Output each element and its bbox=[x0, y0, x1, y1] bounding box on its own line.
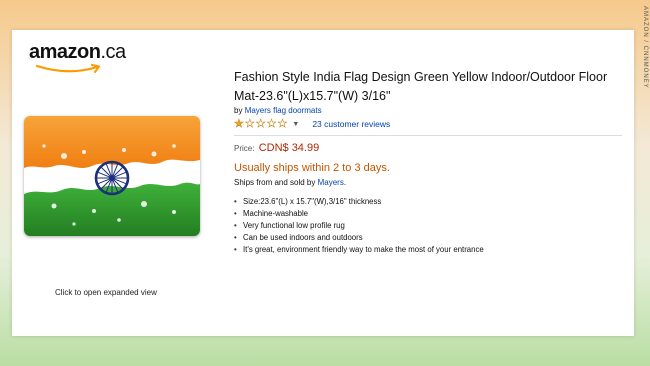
seller-link[interactable]: Mayers bbox=[318, 178, 344, 187]
brand-link[interactable]: Mayers flag doormats bbox=[245, 106, 322, 115]
feature-text: Size:23.6"(L) x 15.7"(W),3/16" thickness bbox=[243, 197, 382, 206]
list-item: • Machine-washable bbox=[234, 208, 484, 220]
watermark-text: AMAZON / CNNMONEY bbox=[642, 6, 648, 89]
logo-tld: .ca bbox=[100, 41, 126, 63]
bullet-icon: • bbox=[234, 245, 237, 254]
list-item: • Very functional low profile rug bbox=[234, 220, 484, 232]
feature-text: Machine-washable bbox=[243, 209, 309, 218]
sold-by-prefix: Ships from and sold by bbox=[234, 178, 318, 187]
bullet-icon: • bbox=[234, 221, 237, 230]
price-value: CDN$ 34.99 bbox=[258, 142, 320, 154]
expand-view-link[interactable]: Click to open expanded view bbox=[55, 288, 157, 297]
list-item: • Can be used indoors and outdoors bbox=[234, 232, 484, 244]
product-image[interactable] bbox=[24, 116, 200, 236]
bullet-icon: • bbox=[234, 197, 237, 206]
sold-by-suffix: . bbox=[343, 178, 347, 187]
smile-arrow-icon bbox=[35, 64, 100, 73]
india-flag-mat-image bbox=[24, 116, 200, 236]
amazon-logo[interactable]: amazon.ca bbox=[29, 41, 139, 73]
divider bbox=[234, 135, 622, 136]
star-empty-icon: ★ bbox=[277, 117, 288, 130]
feature-text: Very functional low profile rug bbox=[243, 221, 345, 230]
list-item: • It's great, environment friendly way to… bbox=[234, 244, 484, 256]
price-row: Price: CDN$ 34.99 bbox=[234, 142, 319, 154]
bullet-icon: • bbox=[234, 233, 237, 242]
star-empty-icon: ★ bbox=[266, 117, 277, 130]
caret-down-icon[interactable]: ▼ bbox=[292, 121, 299, 128]
product-title: Fashion Style India Flag Design Green Ye… bbox=[234, 70, 608, 103]
feature-text: Can be used indoors and outdoors bbox=[243, 233, 363, 242]
by-label: by bbox=[234, 106, 243, 115]
sold-by-line: Ships from and sold by Mayers. bbox=[234, 178, 346, 187]
star-empty-icon: ★ bbox=[244, 117, 255, 130]
logo-wordmark: amazon bbox=[29, 41, 101, 63]
byline: by Mayers flag doormats bbox=[234, 106, 322, 115]
feature-bullets: • Size:23.6"(L) x 15.7"(W),3/16" thicknes… bbox=[234, 196, 484, 256]
product-page-card: amazon.ca Click to open expanded view Fa… bbox=[12, 30, 634, 336]
star-filled-icon: ★ bbox=[234, 117, 244, 130]
rating-row: ★ ★ ★ ★ ★ ▼ 23 customer reviews bbox=[234, 117, 391, 130]
bullet-icon: • bbox=[234, 209, 237, 218]
availability-text: Usually ships within 2 to 3 days. bbox=[234, 162, 390, 174]
list-item: • Size:23.6"(L) x 15.7"(W),3/16" thicknes… bbox=[234, 196, 484, 208]
feature-text: It's great, environment friendly way to … bbox=[243, 245, 484, 254]
star-empty-icon: ★ bbox=[255, 117, 266, 130]
customer-reviews-link[interactable]: 23 customer reviews bbox=[312, 119, 390, 129]
star-rating[interactable]: ★ ★ ★ ★ ★ bbox=[234, 117, 288, 130]
price-label: Price: bbox=[234, 144, 255, 153]
